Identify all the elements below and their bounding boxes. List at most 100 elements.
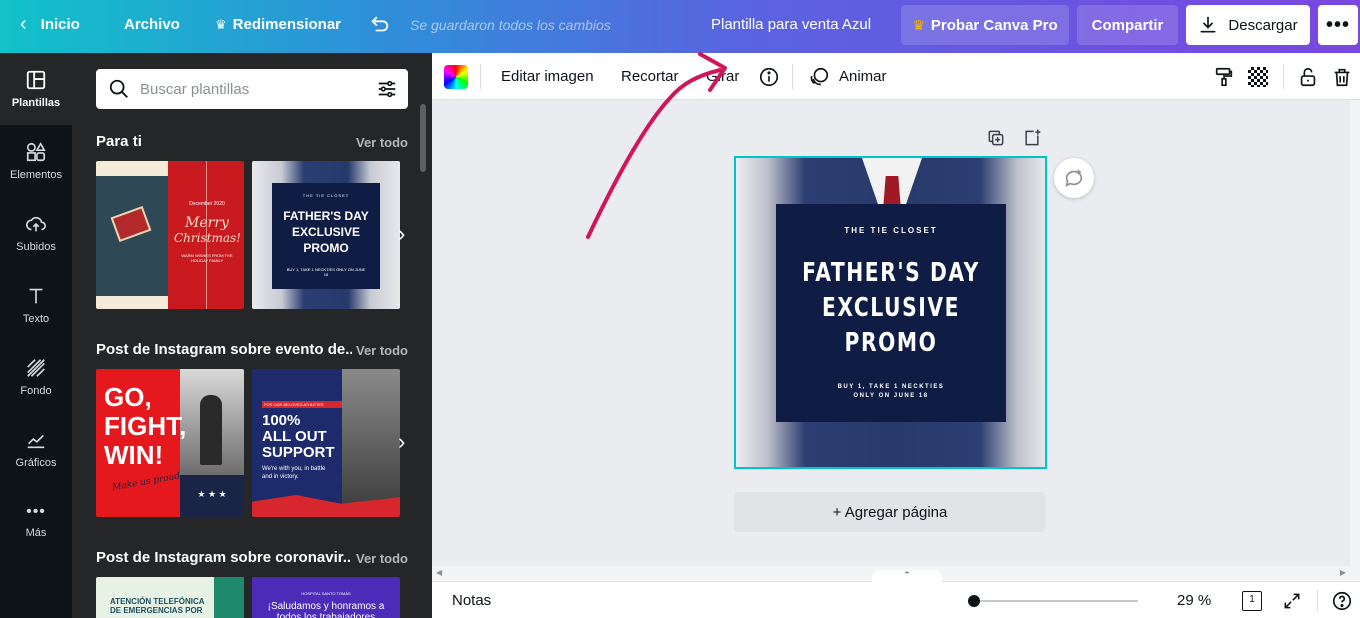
see-all-link[interactable]: Ver todo: [356, 135, 408, 150]
zoom-slider[interactable]: [968, 594, 1138, 608]
zoom-level[interactable]: 29 %: [1177, 582, 1211, 618]
panel-scrollbar[interactable]: [420, 104, 426, 172]
cloud-upload-icon: [26, 216, 46, 232]
animate-icon: [810, 67, 829, 85]
thumb-text: We're with you, in battle and in victory…: [262, 466, 326, 480]
rail-item-templates[interactable]: Plantillas: [0, 53, 72, 125]
toolbar-divider: [480, 64, 481, 89]
thumb-text: HOSPITAL SANTO TOMÁS: [301, 591, 351, 596]
template-thumb-fathers-day[interactable]: THE TIE CLOSET FATHER'S DAY EXCLUSIVE PR…: [252, 161, 400, 309]
rail-label: Gráficos: [15, 457, 57, 469]
annotation-arrow: [586, 52, 727, 239]
thumb-text: BUY 1, TAKE 1 NECKTIES ONLY ON JUNE 18: [286, 267, 366, 277]
transparency-icon: [1248, 66, 1268, 87]
add-comment-button[interactable]: [1054, 158, 1094, 198]
animate-button[interactable]: Animar: [808, 53, 887, 100]
thumb-text: FIGHT,: [104, 411, 187, 441]
rail-item-text[interactable]: Texto: [0, 269, 72, 341]
add-page-icon: [1025, 129, 1041, 146]
duplicate-icon: [988, 130, 1004, 146]
text-icon: [29, 288, 43, 304]
resize-label: Redimensionar: [232, 16, 342, 33]
templates-icon: [26, 70, 46, 90]
thumb-block: [214, 577, 244, 618]
color-picker-button[interactable]: [444, 53, 468, 100]
copy-style-button[interactable]: [1213, 53, 1235, 100]
rail-item-background[interactable]: Fondo: [0, 341, 72, 413]
thumb-text: THE TIE CLOSET: [302, 193, 350, 198]
template-thumb-go-fight-win[interactable]: ★ ★ ★ GO, FIGHT, WIN! Make us proud.: [96, 369, 244, 517]
template-thumb-covid-workers[interactable]: HOSPITAL SANTO TOMÁS ¡Saludamos y honram…: [252, 577, 400, 618]
home-label: Inicio: [40, 16, 80, 33]
rail-item-uploads[interactable]: Subidos: [0, 197, 72, 269]
transparency-button[interactable]: [1248, 53, 1268, 100]
zoom-slider-handle[interactable]: [968, 595, 980, 607]
share-label: Compartir: [1091, 16, 1164, 34]
rail-item-more[interactable]: ••• Más: [0, 485, 72, 557]
page-count: 1: [1249, 593, 1255, 605]
thumb-text: GO,: [104, 382, 152, 412]
undo-icon: [371, 16, 389, 31]
page-count-button[interactable]: 1: [1242, 582, 1262, 618]
help-icon: [1332, 591, 1352, 610]
section-title: Post de Instagram sobre coronavir...: [96, 549, 352, 566]
vertical-scrollbar[interactable]: [1350, 100, 1360, 581]
file-label: Archivo: [124, 16, 180, 33]
home-button[interactable]: ‹ Inicio: [20, 0, 80, 49]
share-button[interactable]: Compartir: [1077, 5, 1178, 45]
help-button[interactable]: [1331, 582, 1353, 618]
resize-button[interactable]: ♛ Redimensionar: [215, 0, 341, 49]
download-icon: [1200, 16, 1216, 33]
filter-icon[interactable]: [376, 78, 398, 100]
templates-panel: Para ti Ver todo December 2020 Merry Chr…: [72, 53, 432, 618]
chevron-right-icon[interactable]: ›: [398, 429, 405, 455]
design-small-line-2: ONLY ON JUNE 18: [853, 393, 929, 399]
notes-button[interactable]: Notas: [452, 582, 491, 618]
fullscreen-button[interactable]: [1282, 582, 1302, 618]
chevron-right-icon[interactable]: ›: [398, 221, 405, 247]
rail-label: Fondo: [20, 385, 52, 397]
thumb-text: Make us proud.: [111, 470, 184, 494]
search-icon: [109, 79, 128, 98]
ellipsis-icon: •••: [26, 503, 46, 520]
search-box: [96, 69, 408, 109]
section-title: Post de Instagram sobre evento de...: [96, 341, 352, 358]
crown-icon: ♛: [912, 16, 925, 33]
template-thumb-covid-emergency[interactable]: ATENCIÓN TELEFÓNICA DE EMERGENCIAS POR: [96, 577, 244, 618]
template-thumb-christmas[interactable]: December 2020 Merry Christmas! WARM WISH…: [96, 161, 244, 309]
scroll-left-icon[interactable]: ◀: [436, 568, 442, 577]
rail-label: Texto: [22, 313, 50, 325]
try-pro-button[interactable]: ♛ Probar Canva Pro: [901, 5, 1069, 45]
thumb-text: WARM WISHES FROM THE HOLIDAY FAMILY: [181, 253, 233, 263]
download-button[interactable]: Descargar: [1186, 5, 1310, 45]
thumb-text: ¡Saludamos y honramos a todos los trabaj…: [267, 601, 385, 618]
more-options-button[interactable]: •••: [1318, 5, 1358, 45]
file-menu-button[interactable]: Archivo: [124, 0, 180, 49]
expand-icon: [1284, 593, 1300, 608]
undo-button[interactable]: [369, 0, 391, 49]
add-page-button[interactable]: + Agregar página: [734, 492, 1046, 532]
info-button[interactable]: [758, 53, 780, 100]
duplicate-page-button[interactable]: [986, 128, 1006, 153]
see-all-link[interactable]: Ver todo: [356, 551, 408, 566]
design-title-line-3: PROMO: [844, 328, 938, 358]
search-input[interactable]: [140, 78, 360, 100]
lock-button[interactable]: [1297, 53, 1319, 100]
delete-button[interactable]: [1331, 53, 1353, 100]
notes-toggle-tab[interactable]: ⌃: [872, 570, 942, 584]
rail-item-charts[interactable]: Gráficos: [0, 413, 72, 485]
rail-label: Elementos: [10, 169, 62, 181]
thumb-text: 100%: [262, 412, 301, 429]
add-page-top-button[interactable]: [1022, 128, 1042, 153]
design-page[interactable]: THE TIE CLOSET FATHER'S DAY EXCLUSIVE PR…: [734, 156, 1047, 469]
thumb-text: FOR OUR BELOVED ATHLETES: [262, 401, 342, 408]
see-all-link[interactable]: Ver todo: [356, 343, 408, 358]
rail-item-elements[interactable]: Elementos: [0, 125, 72, 197]
scroll-right-icon[interactable]: ▶: [1340, 568, 1346, 577]
rail-label: Más: [25, 527, 47, 539]
template-thumb-all-out-support[interactable]: FOR OUR BELOVED ATHLETES 100% ALL OUT SU…: [252, 369, 400, 517]
thumb-text: Merry: [185, 215, 229, 231]
footer-divider: [1317, 590, 1318, 611]
animate-label: Animar: [839, 68, 887, 85]
chart-icon: [27, 434, 45, 449]
